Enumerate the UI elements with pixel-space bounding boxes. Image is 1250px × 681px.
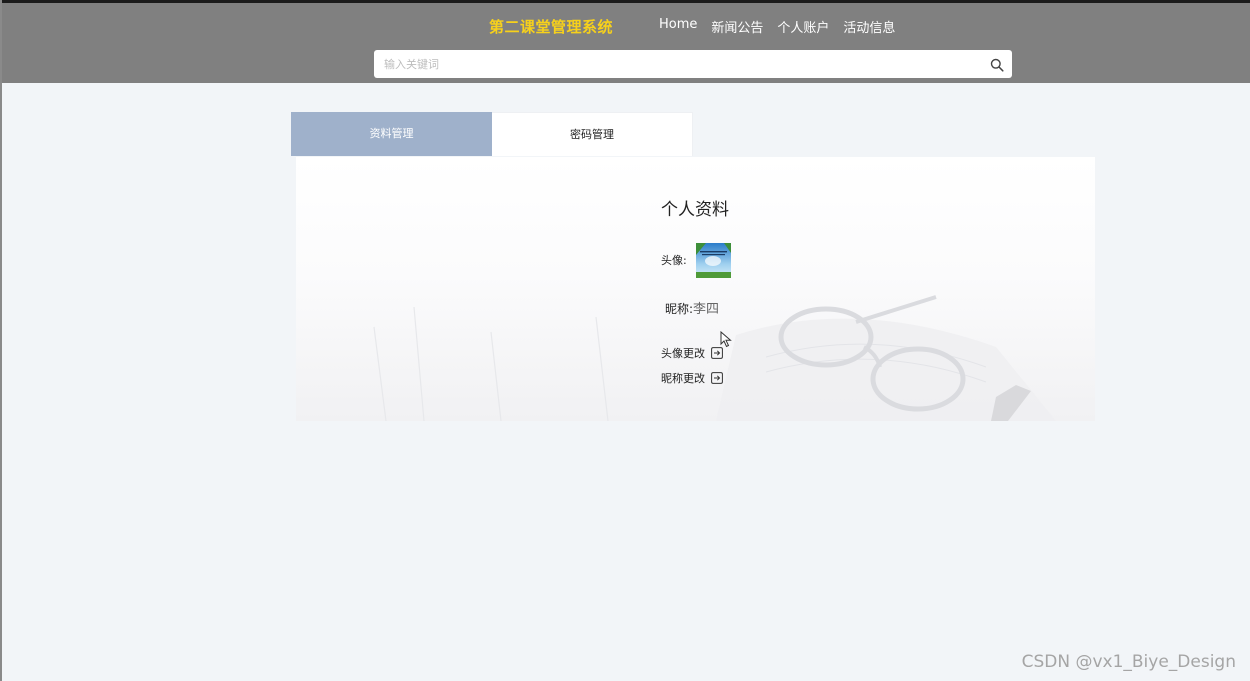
mouse-cursor-icon [720,330,732,348]
nickname-label: 昵称: [665,302,694,316]
left-border [0,0,2,681]
change-avatar-label: 头像更改 [661,347,705,360]
nav-activities[interactable]: 活动信息 [843,17,895,36]
arrow-right-box-icon [711,372,723,384]
search-box [374,50,1012,78]
nav-home[interactable]: Home [659,17,697,36]
change-avatar-link[interactable]: 头像更改 [661,345,723,361]
nav-account[interactable]: 个人账户 [777,17,829,36]
site-header: 第二课堂管理系统 Home 新闻公告 个人账户 活动信息 [2,3,1250,83]
search-icon[interactable] [990,57,1004,72]
change-nickname-link[interactable]: 昵称更改 [661,370,723,386]
watermark: CSDN @vx1_Biye_Design [1021,652,1236,672]
avatar-label: 头像: [661,254,687,267]
main-nav: Home 新闻公告 个人账户 活动信息 [659,17,909,36]
profile-title: 个人资料 [661,200,729,220]
arrow-right-box-icon [711,347,723,359]
nickname-row: 昵称:李四 [665,298,719,317]
tab-profile[interactable]: 资料管理 [291,112,492,156]
tab-password[interactable]: 密码管理 [492,112,693,156]
account-tabs: 资料管理 密码管理 [291,112,693,156]
nickname-value: 李四 [693,302,720,317]
site-title: 第二课堂管理系统 [489,18,614,36]
search-input[interactable] [374,50,984,78]
change-nickname-label: 昵称更改 [661,372,705,385]
avatar [696,243,731,278]
nav-news[interactable]: 新闻公告 [711,17,763,36]
profile-panel: 个人资料 头像: 昵称:李四 头像更改 昵称更改 [296,157,1095,421]
